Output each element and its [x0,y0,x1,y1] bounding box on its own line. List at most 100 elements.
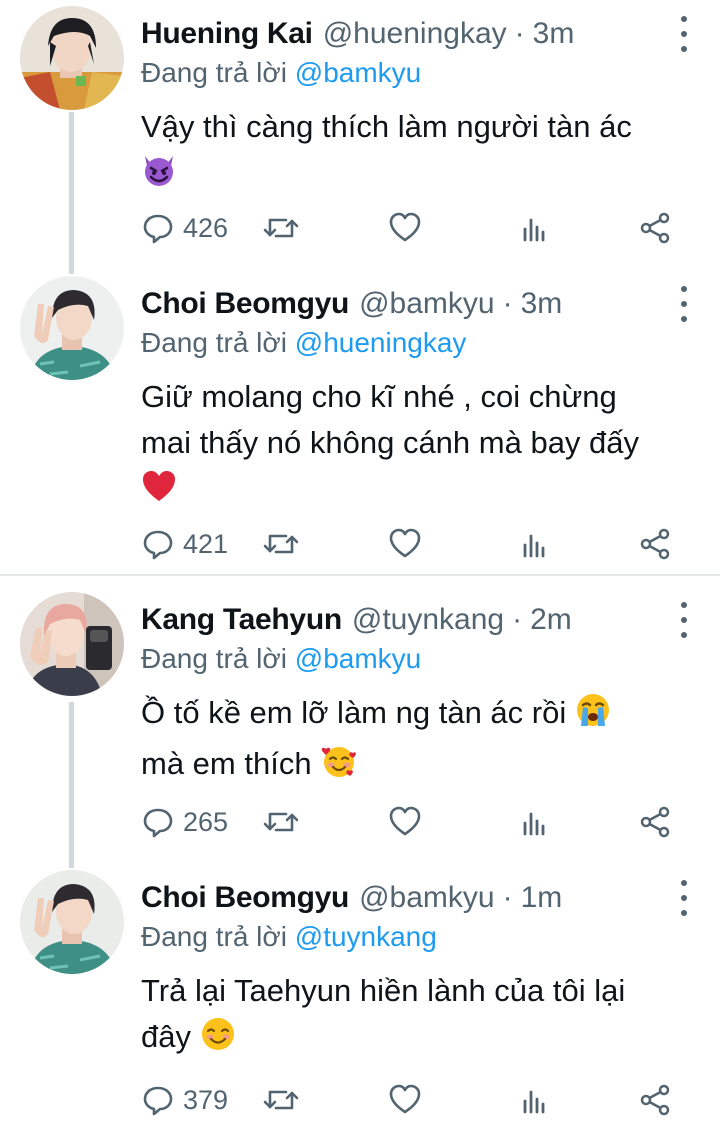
reply-thread: Huening Kai @hueningkay · 3m Đang trả lờ… [0,0,720,1128]
retweet-icon [263,218,299,238]
retweet-button[interactable] [261,208,301,248]
crying-face-emoji [575,692,611,741]
tweet-header: Choi Beomgyu @bamkyu · 3m [141,282,660,326]
share-button[interactable] [638,524,672,564]
reply-button[interactable]: 421 [141,524,228,564]
separator-dot: · [514,17,525,50]
share-button[interactable] [638,802,672,842]
more-options-icon[interactable] [678,16,690,52]
share-button[interactable] [638,208,672,248]
replying-to: Đang trả lời @tuynkang [141,918,437,956]
retweet-icon [263,1090,299,1110]
reply-count: 426 [183,212,229,243]
reply-icon [143,1086,173,1116]
views-button[interactable] [517,1080,551,1120]
separator-dot: · [502,287,513,320]
replying-to-label: Đang trả lời [141,643,287,674]
tweet-header: Kang Taehyun @tuynkang · 2m [141,598,660,642]
tweet-text-line: Trả lại Taehyun hiền lành của tôi lại [141,973,626,1008]
avatar[interactable] [20,592,124,696]
tweet-text-line: Giữ molang cho kĩ nhé , coi chừng [141,379,617,414]
timestamp[interactable]: 1m [521,876,563,920]
timestamp[interactable]: 2m [530,598,572,642]
views-button[interactable] [517,524,551,564]
more-options-icon[interactable] [678,286,690,322]
tweet-text-line: mà em thích [141,746,312,781]
avatar[interactable] [20,276,124,380]
mention-link[interactable]: @bamkyu [295,643,421,674]
analytics-icon [523,1090,545,1114]
red-heart-emoji [141,468,177,517]
reply-button[interactable]: 426 [141,208,228,248]
like-button[interactable] [388,208,422,248]
user-handle[interactable]: @bamkyu [359,282,495,326]
reply-icon [143,530,173,560]
mention-link[interactable]: @bamkyu [295,57,421,88]
tweet-text-line: mai thấy nó không cánh mà bay đấy [141,425,640,460]
separator-dot: · [512,603,523,636]
tweet-text: Vậy thì càng thích làm người tàn ác [141,104,701,201]
replying-to: Đang trả lời @bamkyu [141,640,421,678]
user-handle[interactable]: @bamkyu [359,876,495,920]
replying-to: Đang trả lời @hueningkay [141,324,466,362]
mention-link[interactable]: @hueningkay [295,327,467,358]
like-button[interactable] [388,524,422,564]
timestamp[interactable]: 3m [533,12,575,56]
tweet-actions: 265 [141,802,686,842]
mention-link[interactable]: @tuynkang [295,921,437,952]
share-button[interactable] [638,1080,672,1120]
smiling-imp-emoji [141,152,177,201]
tweet[interactable]: Huening Kai @hueningkay · 3m Đang trả lờ… [0,0,720,268]
retweet-button[interactable] [261,1080,301,1120]
retweet-icon [263,812,299,832]
retweet-button[interactable] [261,524,301,564]
reply-count: 421 [183,528,229,559]
heart-icon [389,806,421,836]
conversation-divider [0,574,720,576]
heart-icon [389,212,421,242]
share-icon [640,806,670,838]
reply-button[interactable]: 265 [141,802,228,842]
avatar[interactable] [20,870,124,974]
replying-to: Đang trả lời @bamkyu [141,54,421,92]
timestamp[interactable]: 3m [521,282,563,326]
more-options-icon[interactable] [678,880,690,916]
display-name[interactable]: Kang Taehyun [141,598,342,642]
heart-icon [389,528,421,558]
more-options-icon[interactable] [678,602,690,638]
replying-to-label: Đang trả lời [141,921,287,952]
share-icon [640,528,670,560]
tweet-text: Giữ molang cho kĩ nhé , coi chừng mai th… [141,374,701,517]
tweet-actions: 421 [141,524,686,564]
tweet-header: Choi Beomgyu @bamkyu · 1m [141,876,660,920]
display-name[interactable]: Choi Beomgyu [141,282,349,326]
analytics-icon [523,534,545,558]
tweet-text-line: Ồ tố kề em lỡ làm ng tàn ác rồi [141,695,567,730]
user-handle[interactable]: @tuynkang [352,598,504,642]
tweet-actions: 426 [141,208,686,248]
like-button[interactable] [388,1080,422,1120]
reply-icon [143,808,173,838]
reply-count: 379 [183,1084,229,1115]
display-name[interactable]: Huening Kai [141,12,313,56]
tweet-text-line: Vậy thì càng thích làm người tàn ác [141,109,632,144]
retweet-button[interactable] [261,802,301,842]
avatar[interactable] [20,6,124,110]
like-button[interactable] [388,802,422,842]
separator-dot: · [502,881,513,914]
reply-count: 265 [183,806,229,837]
views-button[interactable] [517,802,551,842]
views-button[interactable] [517,208,551,248]
tweet-header: Huening Kai @hueningkay · 3m [141,12,660,56]
tweet-actions: 379 [141,1080,686,1120]
smiling-face-emoji [200,1016,236,1065]
tweet[interactable]: Choi Beomgyu @bamkyu · 1m Đang trả lời @… [0,864,720,1128]
tweet[interactable]: Choi Beomgyu @bamkyu · 3m Đang trả lời @… [0,270,720,574]
display-name[interactable]: Choi Beomgyu [141,876,349,920]
user-handle[interactable]: @hueningkay [323,12,507,56]
tweet[interactable]: Kang Taehyun @tuynkang · 2m Đang trả lời… [0,586,720,854]
tweet-text: Ồ tố kề em lỡ làm ng tàn ác rồi mà em th… [141,690,701,792]
analytics-icon [523,812,545,836]
share-icon [640,212,670,244]
reply-button[interactable]: 379 [141,1080,228,1120]
